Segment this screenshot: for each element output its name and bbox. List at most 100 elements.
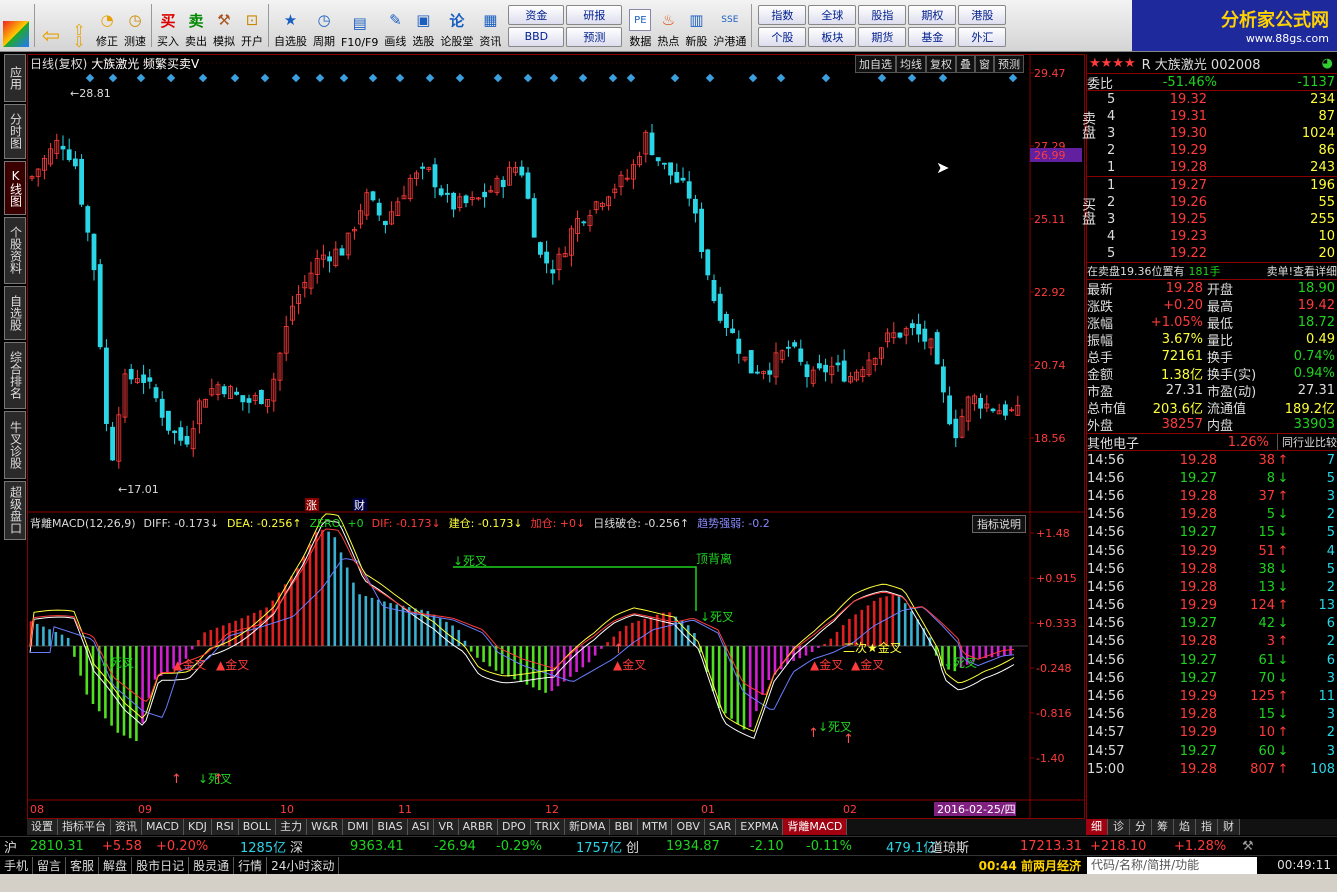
indicator-tab[interactable]: KDJ: [183, 819, 212, 835]
bid-row[interactable]: 5 19.22 20: [1087, 245, 1337, 262]
indicator-tab[interactable]: 背離MACD: [783, 819, 848, 835]
tab-kline[interactable]: K线图: [4, 161, 26, 215]
tab-watchlist[interactable]: 自选股: [4, 286, 26, 340]
bbd-button[interactable]: BBD: [508, 26, 565, 47]
period-button[interactable]: ◷ 周期: [310, 0, 338, 51]
wrench-icon[interactable]: ⚒: [1242, 839, 1254, 854]
indicator-tab[interactable]: W&R: [307, 819, 344, 835]
forum-button[interactable]: 论论股堂: [437, 0, 476, 51]
ask-row[interactable]: 4 19.31 87: [1087, 108, 1337, 125]
indicator-tab[interactable]: EXPMA: [736, 819, 784, 835]
tab-apps[interactable]: 应用: [4, 54, 26, 102]
status-link[interactable]: 客服: [66, 856, 100, 874]
indicator-tab[interactable]: 资讯: [111, 819, 142, 835]
search-input[interactable]: 代码/名称/简拼/功能: [1087, 856, 1257, 874]
status-link[interactable]: 股市日记: [132, 856, 190, 874]
indicator-tab[interactable]: BIAS: [373, 819, 408, 835]
open-account-button[interactable]: ⊡ 开户: [238, 0, 266, 51]
indicator-tab[interactable]: 新DMA: [564, 819, 611, 835]
info-detail-link[interactable]: 卖单!查看详细: [1267, 263, 1337, 279]
predict-button[interactable]: 预测: [994, 55, 1024, 73]
ma-button[interactable]: 均线: [896, 55, 926, 73]
indicator-tab[interactable]: ARBR: [458, 819, 499, 835]
indicator-tab[interactable]: DMI: [343, 819, 374, 835]
bid-row[interactable]: 1 19.27 196: [1087, 177, 1337, 194]
stock-button[interactable]: 个股: [758, 26, 807, 47]
hk-stock-button[interactable]: 港股: [958, 4, 1007, 25]
compare-sector-button[interactable]: 同行业比较: [1277, 434, 1337, 450]
fix-button[interactable]: ◔ 修正: [93, 0, 121, 51]
indicator-tab[interactable]: MACD: [142, 819, 184, 835]
pie-icon[interactable]: ◕: [1322, 56, 1333, 71]
tab-profile[interactable]: 个股资料: [4, 216, 26, 285]
right-panel-tab[interactable]: 焰: [1174, 819, 1196, 835]
right-panel-tab[interactable]: 指: [1196, 819, 1218, 835]
indicator-tab[interactable]: SAR: [704, 819, 737, 835]
tab-intraday[interactable]: 分时图: [4, 103, 26, 160]
back-button[interactable]: ⇦: [37, 0, 65, 51]
draw-line-button[interactable]: ✎ 画线: [381, 0, 409, 51]
report-button[interactable]: 研报: [566, 4, 623, 25]
kline-chart[interactable]: 29.47 27.29 25.11 22.92 20.74 18.56 26.99 +1.48…: [27, 54, 1085, 819]
hk-connect-button[interactable]: SSE 沪港通: [710, 0, 749, 51]
index-button[interactable]: 指数: [758, 4, 807, 25]
ask-row[interactable]: 2 19.29 86: [1087, 142, 1337, 159]
futures-index-button[interactable]: 股指: [858, 4, 907, 25]
ask-row[interactable]: 3 19.30 1024: [1087, 125, 1337, 142]
indicator-tab[interactable]: RSI: [211, 819, 239, 835]
tab-diagnosis[interactable]: 牛叉诊股: [4, 411, 26, 479]
sell-button[interactable]: 卖卖出: [182, 0, 210, 51]
status-link[interactable]: 股灵通: [189, 856, 235, 874]
adjust-button[interactable]: 复权: [926, 55, 956, 73]
right-panel-tab[interactable]: 筹: [1152, 819, 1174, 835]
right-panel-tab[interactable]: 财: [1218, 819, 1240, 835]
buy-button[interactable]: 买买入: [154, 0, 182, 51]
add-watch-button[interactable]: 加自选: [855, 55, 896, 73]
indicator-tab[interactable]: ASI: [407, 819, 435, 835]
indicator-tab[interactable]: TRIX: [530, 819, 565, 835]
tab-level2[interactable]: 超级盘口: [4, 480, 26, 540]
stock-select-button[interactable]: ▣ 选股: [409, 0, 437, 51]
indicator-tab[interactable]: VR: [434, 819, 459, 835]
status-link[interactable]: 手机: [0, 856, 34, 874]
simulate-button[interactable]: ⚒ 模拟: [210, 0, 238, 51]
menu-grid-button[interactable]: [0, 0, 32, 51]
indicator-tab[interactable]: DPO: [498, 819, 531, 835]
indicator-tab[interactable]: BOLL: [238, 819, 277, 835]
status-link[interactable]: 留言: [33, 856, 67, 874]
futures-button[interactable]: 期货: [858, 26, 907, 47]
right-panel-tab[interactable]: 细: [1086, 819, 1108, 835]
forex-button[interactable]: 外汇: [958, 26, 1007, 47]
f10-button[interactable]: ▤ F10/F9: [338, 0, 381, 51]
window-button[interactable]: 窗: [975, 55, 994, 73]
indicator-tab[interactable]: 设置: [27, 819, 58, 835]
hot-button[interactable]: ♨ 热点: [654, 0, 682, 51]
bid-row[interactable]: 3 19.25 255: [1087, 211, 1337, 228]
chart-canvas[interactable]: 29.4727.2925.1122.9220.7418.5626.99+1.48…: [28, 55, 1084, 818]
options-button[interactable]: 期权: [908, 4, 957, 25]
status-link[interactable]: 24小时滚动: [267, 856, 340, 874]
data-button[interactable]: PE 数据: [626, 0, 654, 51]
indicator-tab[interactable]: OBV: [672, 819, 705, 835]
ask-row[interactable]: 5 19.32 234: [1087, 91, 1337, 108]
indicator-tab[interactable]: MTM: [637, 819, 673, 835]
watchlist-button[interactable]: ★ 自选股: [271, 0, 310, 51]
right-panel-tab[interactable]: 诊: [1108, 819, 1130, 835]
right-panel-tab[interactable]: 分: [1130, 819, 1152, 835]
status-link[interactable]: 解盘: [99, 856, 133, 874]
fund-button[interactable]: 资金: [508, 4, 565, 25]
fund-grid-button[interactable]: 基金: [908, 26, 957, 47]
bid-row[interactable]: 2 19.26 55: [1087, 194, 1337, 211]
ipo-button[interactable]: ▥ 新股: [682, 0, 710, 51]
bid-row[interactable]: 4 19.23 10: [1087, 228, 1337, 245]
indicator-tab[interactable]: BBI: [610, 819, 638, 835]
tab-ranking[interactable]: 综合排名: [4, 341, 26, 410]
sector-button[interactable]: 板块: [808, 26, 857, 47]
updown-button[interactable]: ⇧ ⇩: [65, 0, 93, 51]
indicator-tab[interactable]: 指标平台: [58, 819, 111, 835]
news-ticker[interactable]: 00:44 前两月经济: [972, 856, 1087, 874]
indicator-tab[interactable]: 主力: [276, 819, 308, 835]
overlay-button[interactable]: 叠: [956, 55, 975, 73]
global-button[interactable]: 全球: [808, 4, 857, 25]
news-button[interactable]: ▦ 资讯: [476, 0, 504, 51]
